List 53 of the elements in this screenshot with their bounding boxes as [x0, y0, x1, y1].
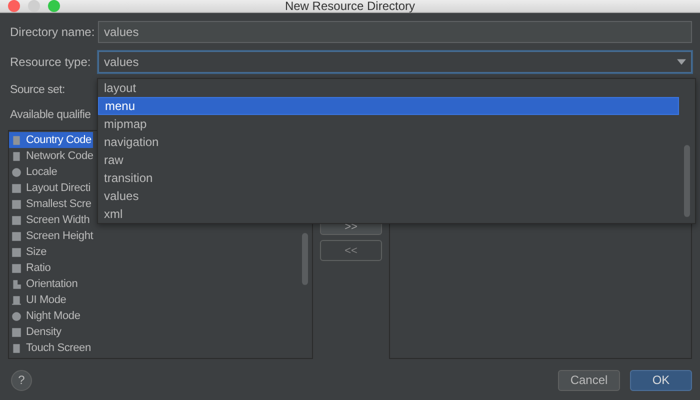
ok-button[interactable]: OK — [630, 370, 692, 390]
dropdown-option[interactable]: values — [98, 187, 679, 205]
qualifier-item[interactable]: Touch Screen — [9, 340, 93, 356]
qualifier-icon — [11, 326, 22, 338]
help-button[interactable]: ? — [11, 370, 32, 390]
qualifier-item[interactable]: Screen Height — [9, 228, 96, 244]
caret-icon — [677, 59, 686, 65]
qualifier-item[interactable]: Ratio — [9, 260, 53, 276]
qualifier-icon — [11, 150, 22, 162]
remove-qualifier-button[interactable]: << — [320, 240, 382, 261]
qualifier-icon — [11, 294, 22, 306]
cancel-button[interactable]: Cancel — [558, 370, 620, 390]
qualifier-icon — [11, 278, 22, 290]
qualifier-item[interactable]: Orientation — [9, 276, 80, 292]
qualifier-item[interactable]: Network Code — [9, 148, 96, 164]
qualifier-icon — [11, 182, 22, 194]
dropdown-option[interactable]: mipmap — [98, 115, 679, 133]
window-title: New Resource Directory — [284, 0, 416, 13]
field-label: Source set: — [10, 84, 66, 96]
qualifier-icon — [11, 342, 22, 354]
minimize-button[interactable] — [28, 0, 40, 12]
qualifier-icon — [11, 230, 22, 242]
close-button[interactable] — [8, 0, 20, 12]
qualifier-icon — [11, 198, 22, 210]
field-label: Resource type: — [10, 55, 92, 69]
dropdown-option[interactable]: layout — [98, 79, 679, 97]
qualifier-item[interactable]: Locale — [9, 164, 60, 180]
scrollbar-thumb[interactable] — [302, 233, 308, 285]
qualifier-icon — [11, 166, 22, 178]
qualifier-icon — [11, 214, 22, 226]
qualifier-item[interactable]: Night Mode — [9, 308, 82, 324]
dropdown-option[interactable]: xml — [98, 205, 679, 223]
qualifier-item[interactable]: Layout Directi — [9, 180, 92, 196]
qualifier-item[interactable]: Country Code — [9, 132, 94, 148]
qualifier-icon — [11, 310, 22, 322]
resource-type-dropdown[interactable]: values — [98, 51, 692, 73]
qualifier-item[interactable]: Smallest Scre — [9, 196, 94, 212]
dropdown-option[interactable]: transition — [98, 169, 679, 187]
qualifier-icon — [11, 246, 22, 258]
dropdown-option[interactable]: navigation — [98, 133, 679, 151]
field-label: Directory name: — [10, 25, 96, 39]
field-label: Available qualifie — [10, 109, 92, 121]
qualifier-item[interactable]: Size — [9, 244, 49, 260]
directory-name-field[interactable]: values — [98, 21, 692, 43]
qualifier-icon — [11, 262, 22, 274]
qualifier-item[interactable]: Density — [9, 324, 64, 340]
dropdown-option[interactable]: menu — [98, 97, 679, 115]
qualifier-item[interactable]: Screen Width — [9, 212, 92, 228]
scrollbar-thumb[interactable] — [684, 145, 690, 217]
zoom-button[interactable] — [48, 0, 60, 12]
qualifier-icon — [11, 134, 22, 146]
dropdown-option[interactable]: raw — [98, 151, 679, 169]
qualifier-item[interactable]: UI Mode — [9, 292, 68, 308]
